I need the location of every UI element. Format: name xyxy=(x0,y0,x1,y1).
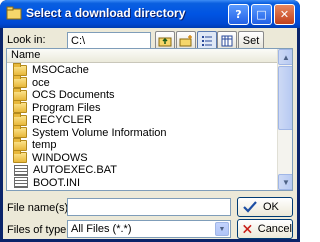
title-bar[interactable]: Select a download directory ? □ ✕ xyxy=(0,0,300,28)
dialog-body: Look in: C:\ Set Name MSOCache oce OCS D… xyxy=(3,28,297,239)
file-icon xyxy=(14,177,28,189)
cancel-x-icon xyxy=(243,224,252,234)
cancel-label: Cancel xyxy=(257,223,292,235)
folder-icon xyxy=(13,87,27,101)
ok-button[interactable]: OK xyxy=(237,197,293,217)
list-item-label: MSOCache xyxy=(32,64,89,77)
filename-label: File name(s): xyxy=(7,202,72,214)
filetype-label: Files of type: xyxy=(7,224,70,236)
scroll-up-button[interactable]: ▲ xyxy=(278,49,292,65)
folder-list-item[interactable]: MSOCache xyxy=(7,62,277,77)
folder-list-item[interactable]: temp xyxy=(7,137,277,152)
file-icon xyxy=(14,164,28,176)
folder-icon xyxy=(13,137,27,151)
folder-list-item[interactable]: WINDOWS xyxy=(7,150,277,165)
help-button[interactable]: ? xyxy=(228,4,249,25)
folder-icon xyxy=(13,75,27,89)
list-item-label: System Volume Information xyxy=(32,126,167,139)
maximize-button[interactable]: □ xyxy=(251,4,272,25)
list-item-label: Program Files xyxy=(32,101,101,114)
list-item-label: WINDOWS xyxy=(32,151,88,164)
folder-list-item[interactable]: RECYCLER xyxy=(7,112,277,127)
dialog-window: Select a download directory ? □ ✕ Look i… xyxy=(0,0,300,242)
window-title: Select a download directory xyxy=(26,6,186,20)
folder-app-icon xyxy=(6,6,22,20)
file-list-rows: MSOCache oce OCS Documents Program Files REC… xyxy=(7,62,277,190)
folder-icon xyxy=(13,100,27,114)
folder-list-item[interactable]: System Volume Information xyxy=(7,125,277,140)
scroll-down-button[interactable]: ▼ xyxy=(278,174,292,190)
list-item-label: temp xyxy=(32,139,57,152)
folder-icon xyxy=(13,125,27,139)
close-button[interactable]: ✕ xyxy=(274,4,295,25)
file-list-item[interactable]: AUTOEXEC.BAT xyxy=(7,164,277,177)
scroll-thumb[interactable] xyxy=(278,66,292,130)
folder-icon xyxy=(13,150,27,164)
filetype-value: All Files (*.*) xyxy=(71,223,132,235)
folder-list-item[interactable]: oce xyxy=(7,75,277,90)
up-folder-icon xyxy=(158,37,172,47)
list-item-label: oce xyxy=(32,76,50,89)
checkmark-icon xyxy=(243,201,257,213)
chevron-down-icon[interactable]: ▼ xyxy=(215,222,229,236)
folder-list-item[interactable]: OCS Documents xyxy=(7,87,277,102)
list-item-label: RECYCLER xyxy=(32,114,92,127)
ok-label: OK xyxy=(263,201,279,213)
folder-icon xyxy=(13,62,27,76)
filetype-select[interactable]: All Files (*.*) ▼ xyxy=(67,220,231,238)
cancel-button[interactable]: Cancel xyxy=(237,219,293,239)
file-list-item[interactable]: BOOT.INI xyxy=(7,177,277,190)
list-item-label: AUTOEXEC.BAT xyxy=(33,164,117,177)
filename-input[interactable] xyxy=(67,198,231,216)
new-folder-icon xyxy=(179,35,192,47)
look-in-label: Look in: xyxy=(7,34,46,46)
file-list[interactable]: Name MSOCache oce OCS Documents Program Fil… xyxy=(6,48,293,191)
folder-icon xyxy=(13,112,27,126)
list-view-icon xyxy=(202,36,212,46)
column-header-name[interactable]: Name xyxy=(7,49,277,63)
details-view-icon xyxy=(221,35,233,47)
list-item-label: OCS Documents xyxy=(32,89,115,102)
folder-list-item[interactable]: Program Files xyxy=(7,100,277,115)
list-item-label: BOOT.INI xyxy=(33,176,81,189)
vertical-scrollbar[interactable]: ▲ ▼ xyxy=(277,49,292,190)
